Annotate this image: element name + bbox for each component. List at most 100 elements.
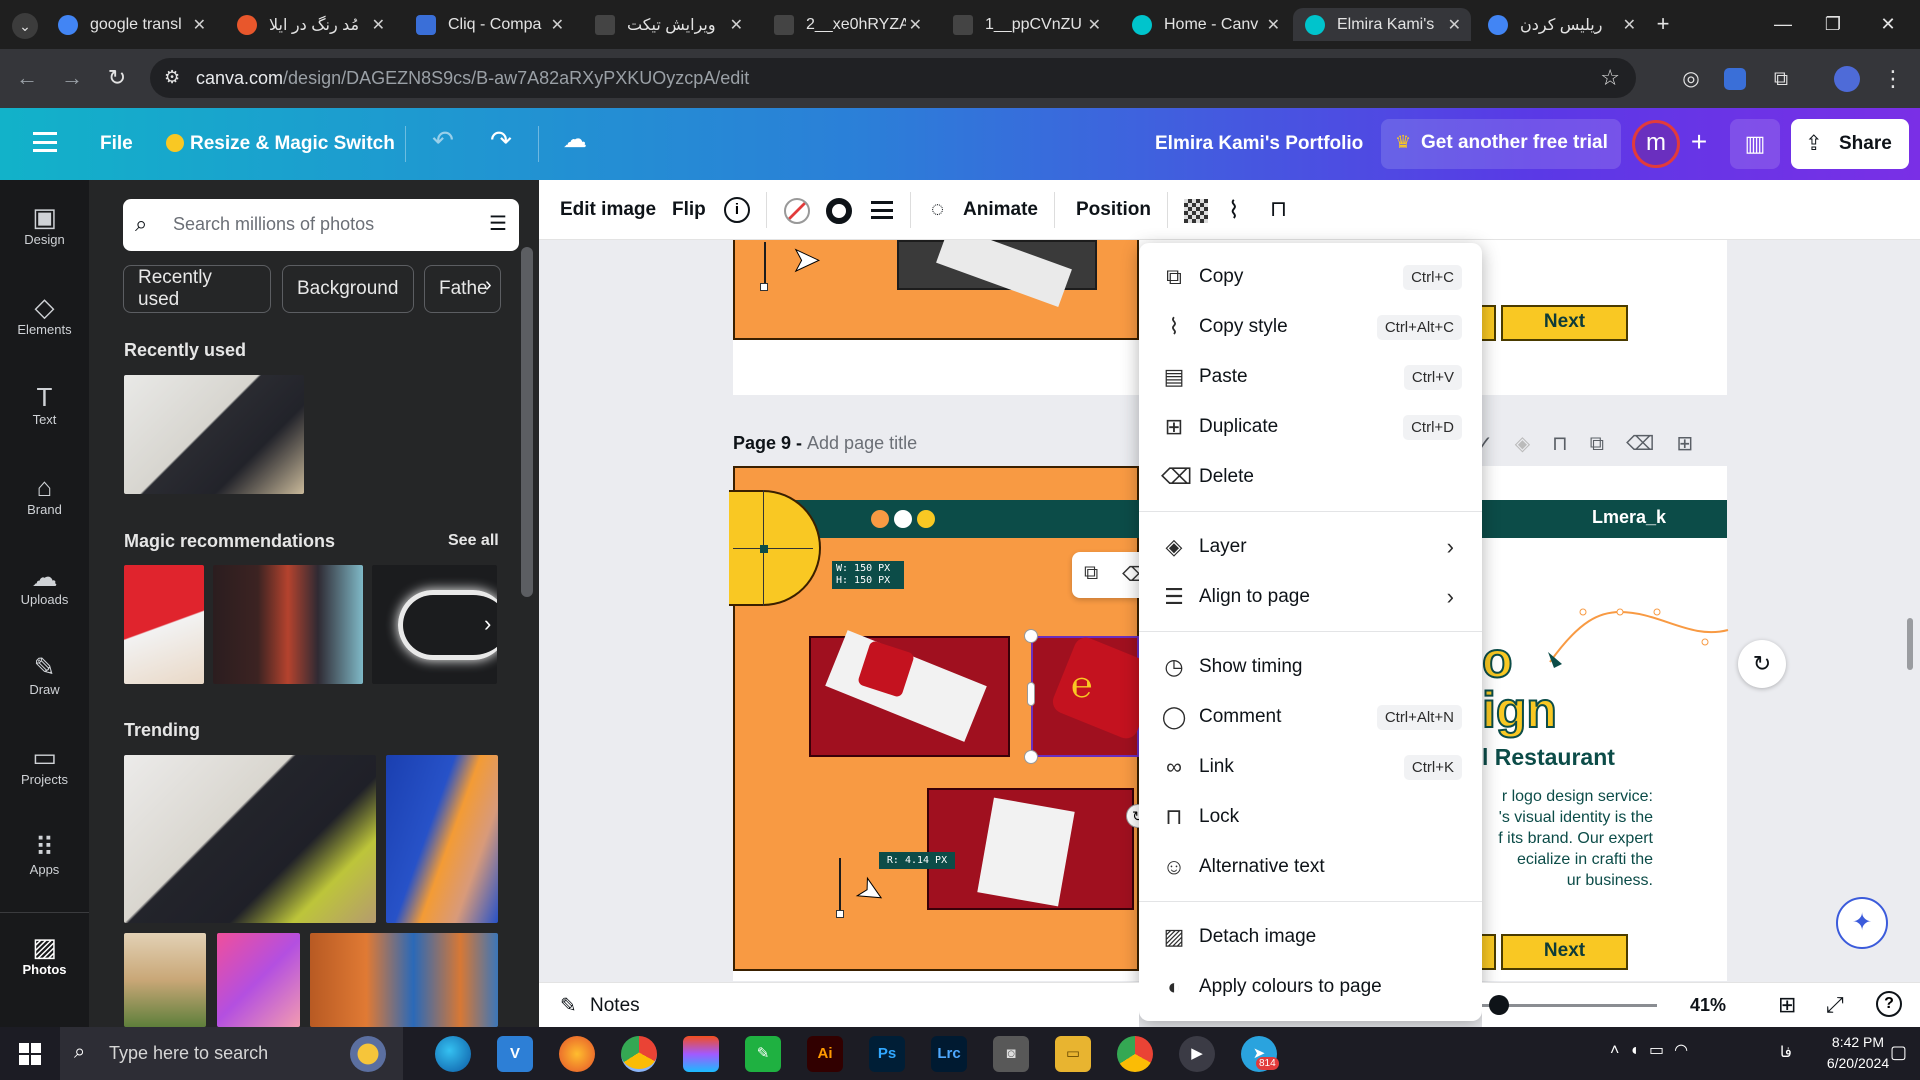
photoshop-icon[interactable]: Ps — [869, 1036, 905, 1072]
redo-icon[interactable]: ↷ — [486, 127, 516, 153]
extensions-puzzle-icon[interactable]: ⧉ — [1768, 67, 1794, 91]
volume-icon[interactable]: ◖ — [1629, 1042, 1649, 1059]
help-icon[interactable]: ? — [1876, 991, 1902, 1017]
rail-item-uploads[interactable]: ☁ Uploads — [0, 552, 89, 632]
resize-handle[interactable] — [1024, 629, 1038, 643]
resize-magic-switch-button[interactable]: Resize & Magic Switch — [190, 133, 395, 155]
photo-thumbnail[interactable] — [124, 375, 304, 494]
page-title-input[interactable]: Add page title — [807, 433, 917, 453]
minimize-icon[interactable]: — — [1770, 12, 1796, 36]
photo-thumbnail[interactable] — [386, 755, 498, 923]
avatar[interactable]: m — [1632, 120, 1680, 168]
browser-tab-active[interactable]: Elmira Kami's ✕ — [1293, 8, 1471, 41]
back-icon[interactable]: ← — [14, 66, 40, 90]
browser-tab[interactable]: 2__xe0hRYZA ✕ — [762, 8, 932, 41]
cloud-saved-icon[interactable]: ☁ — [559, 128, 591, 152]
filter-sliders-icon[interactable]: ☰ — [489, 211, 507, 236]
close-tab-icon[interactable]: ✕ — [1267, 15, 1280, 35]
info-icon[interactable]: i — [724, 197, 750, 223]
rail-item-brand[interactable]: ⌂ Brand — [0, 462, 89, 542]
transparency-icon[interactable] — [1184, 199, 1208, 223]
edge-icon[interactable] — [435, 1036, 471, 1072]
file-explorer-icon[interactable]: ▭ — [1055, 1036, 1091, 1072]
menu-item-align-to-page[interactable]: ☰ Align to page › — [1139, 575, 1482, 619]
duplicate-page-icon[interactable]: ⧉ — [1590, 433, 1626, 455]
lock-icon[interactable]: ⊓ — [1270, 196, 1287, 222]
menu-item-copy-style[interactable]: ⌇ Copy style Ctrl+Alt+C — [1139, 305, 1482, 349]
close-tab-icon[interactable]: ✕ — [909, 15, 922, 35]
extension-icon[interactable] — [1724, 68, 1746, 90]
browser-tab[interactable]: Cliq - Compa ✕ — [404, 8, 574, 41]
media-player-icon[interactable]: ▶ — [1179, 1036, 1215, 1072]
browser-tab[interactable]: Home - Canv ✕ — [1120, 8, 1290, 41]
chip-background[interactable]: Background — [282, 265, 414, 313]
resize-handle[interactable] — [1027, 682, 1035, 706]
add-collaborator-icon[interactable]: + — [1684, 128, 1714, 156]
browser-tab[interactable]: 1__ppCVnZU ✕ — [941, 8, 1111, 41]
chip-recently-used[interactable]: Recently used — [123, 265, 271, 313]
duplicate-icon[interactable]: ⧉ — [1084, 562, 1098, 585]
menu-item-delete[interactable]: ⌫ Delete — [1139, 455, 1482, 499]
vpn-icon[interactable]: V — [497, 1036, 533, 1072]
input-language[interactable]: فا — [1780, 1043, 1792, 1061]
close-tab-icon[interactable]: ✕ — [730, 15, 743, 35]
browser-tab[interactable]: مُد رنگ در ایلا ✕ — [225, 8, 395, 41]
chrome-icon[interactable] — [621, 1036, 657, 1072]
paint-roller-icon[interactable]: ⌇ — [1228, 196, 1240, 225]
tab-search-button[interactable]: ⌄ — [12, 13, 38, 39]
menu-item-detach-image[interactable]: ▨ Detach image — [1139, 915, 1482, 959]
grid-view-icon[interactable]: ⊞ — [1778, 992, 1796, 1018]
menu-item-alternative-text[interactable]: ☺ Alternative text — [1139, 845, 1482, 889]
photo-thumbnail[interactable] — [213, 565, 363, 684]
menu-item-apply-colours[interactable]: ◐ Apply colours to page — [1139, 965, 1482, 1009]
site-info-icon[interactable]: ⚙ — [164, 67, 180, 88]
photo-thumbnail[interactable] — [124, 565, 204, 684]
add-page-icon[interactable]: ⊞ — [1676, 433, 1715, 455]
extension-icon[interactable]: ◎ — [1678, 67, 1704, 91]
camera-icon[interactable]: ◙ — [993, 1036, 1029, 1072]
battery-icon[interactable]: ▭ — [1649, 1042, 1674, 1059]
photo-thumbnail[interactable] — [124, 933, 206, 1027]
menu-item-layer[interactable]: ◈ Layer › — [1139, 525, 1482, 569]
browser-tab[interactable]: ریلیس کردن ✕ — [1476, 8, 1646, 41]
zoom-slider-thumb[interactable] — [1489, 995, 1509, 1015]
trash-icon[interactable]: ⌫ — [1626, 433, 1676, 455]
forward-icon[interactable]: → — [59, 66, 85, 90]
close-tab-icon[interactable]: ✕ — [193, 15, 206, 35]
browser-tab[interactable]: ویرایش تیکت ✕ — [583, 8, 753, 41]
photo-search-input[interactable]: ⌕ Search millions of photos ☰ — [123, 199, 519, 251]
photo-thumbnail[interactable] — [372, 565, 497, 684]
menu-item-comment[interactable]: ◯ Comment Ctrl+Alt+N — [1139, 695, 1482, 739]
clock[interactable]: 8:42 PM 6/20/2024 — [1820, 1032, 1896, 1074]
rail-item-design[interactable]: ▣ Design — [0, 192, 89, 272]
menu-kebab-icon[interactable]: ⋮ — [1880, 67, 1906, 91]
lightroom-icon[interactable]: Lrc — [931, 1036, 967, 1072]
menu-item-lock[interactable]: ⊓ Lock — [1139, 795, 1482, 839]
magic-sparkle-icon[interactable]: ✦ — [1836, 897, 1888, 949]
wifi-icon[interactable]: ◠ — [1674, 1042, 1698, 1059]
panel-scrollbar[interactable] — [521, 247, 533, 597]
rail-item-apps[interactable]: ⠿ Apps — [0, 822, 89, 902]
illustrator-icon[interactable]: Ai — [807, 1036, 843, 1072]
free-trial-button[interactable]: ♛ Get another free trial — [1381, 119, 1621, 169]
close-tab-icon[interactable]: ✕ — [1448, 15, 1461, 35]
menu-item-copy[interactable]: ⧉ Copy Ctrl+C — [1139, 255, 1482, 299]
next-button[interactable]: Next — [1501, 305, 1628, 341]
close-window-icon[interactable]: ✕ — [1875, 12, 1901, 36]
rail-item-projects[interactable]: ▭ Projects — [0, 732, 89, 812]
close-tab-icon[interactable]: ✕ — [1088, 15, 1101, 35]
photo-thumbnail[interactable] — [124, 755, 376, 923]
rail-item-elements[interactable]: ◇ Elements — [0, 282, 89, 362]
browser-tab[interactable]: google transl ✕ — [46, 8, 216, 41]
close-tab-icon[interactable]: ✕ — [372, 15, 385, 35]
chevron-right-icon[interactable]: › — [484, 611, 491, 637]
border-style-icon[interactable] — [826, 198, 852, 224]
taskbar-search-input[interactable]: ⌕ Type here to search — [60, 1027, 403, 1080]
menu-item-show-timing[interactable]: ◷ Show timing — [1139, 645, 1482, 689]
notes-button[interactable]: Notes — [590, 995, 640, 1017]
chevron-right-icon[interactable]: › — [485, 274, 492, 297]
hide-icon[interactable]: ◈ — [1515, 433, 1552, 455]
zoom-level[interactable]: 41% — [1690, 995, 1726, 1016]
animate-button[interactable]: Animate — [963, 199, 1038, 221]
menu-item-paste[interactable]: ▤ Paste Ctrl+V — [1139, 355, 1482, 399]
